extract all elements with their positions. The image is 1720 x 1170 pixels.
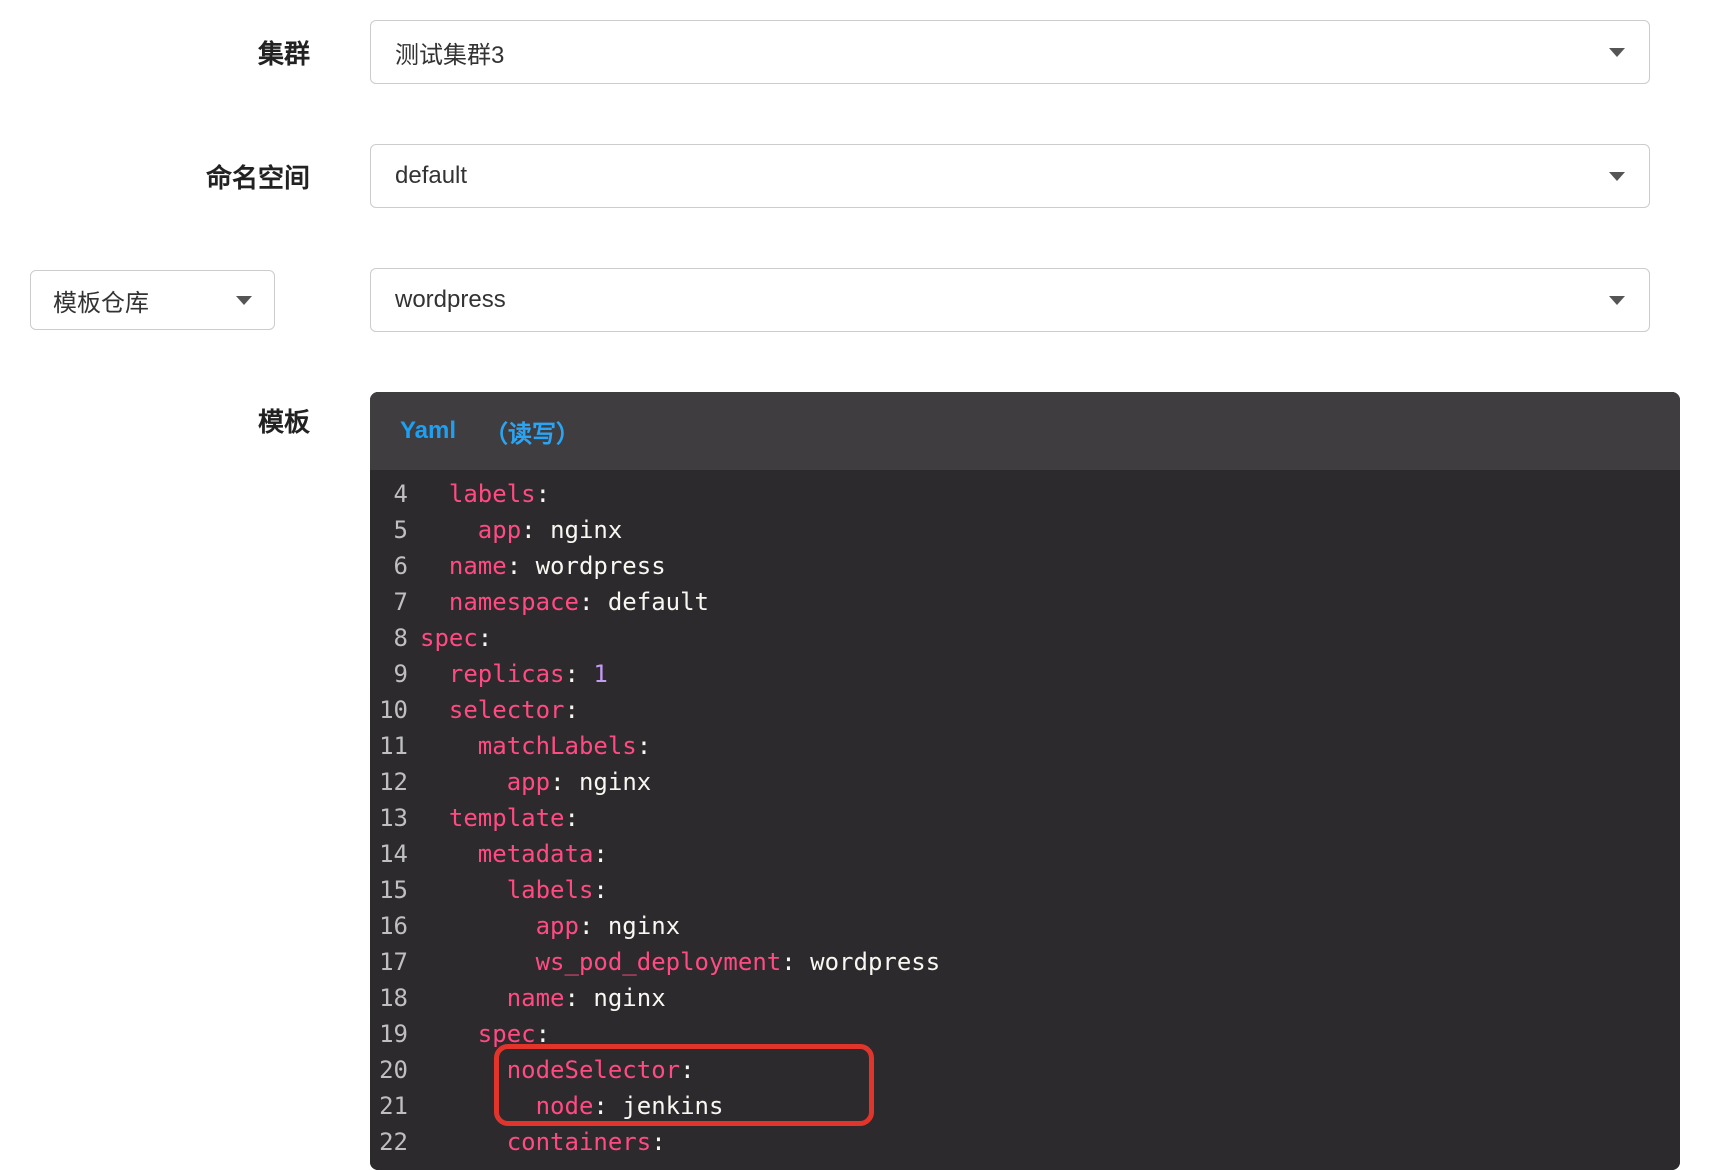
line-number: 11 — [370, 728, 420, 764]
code-content: labels: — [420, 476, 1680, 512]
template-editor-label: 模板 — [30, 392, 370, 439]
caret-down-icon — [1609, 172, 1625, 181]
code-content: nodeSelector: — [420, 1052, 1680, 1088]
namespace-select-value: default — [395, 162, 1609, 190]
line-number: 18 — [370, 980, 420, 1016]
line-number: 20 — [370, 1052, 420, 1088]
code-content: name: nginx — [420, 980, 1680, 1016]
code-content: namespace: default — [420, 584, 1680, 620]
line-number: 4 — [370, 476, 420, 512]
line-number: 13 — [370, 800, 420, 836]
code-content: name: wordpress — [420, 548, 1680, 584]
line-number: 7 — [370, 584, 420, 620]
code-line[interactable]: 8spec: — [370, 620, 1680, 656]
code-content: containers: — [420, 1124, 1680, 1160]
code-line[interactable]: 16 app: nginx — [370, 908, 1680, 944]
line-number: 8 — [370, 620, 420, 656]
code-line[interactable]: 5 app: nginx — [370, 512, 1680, 548]
code-content: spec: — [420, 620, 1680, 656]
cluster-select-value: 测试集群3 — [395, 35, 1609, 70]
line-number: 6 — [370, 548, 420, 584]
code-line[interactable]: 11 matchLabels: — [370, 728, 1680, 764]
line-number: 22 — [370, 1124, 420, 1160]
line-number: 12 — [370, 764, 420, 800]
code-content: metadata: — [420, 836, 1680, 872]
editor-mode-label: （读写） — [484, 414, 580, 449]
code-line[interactable]: 21 node: jenkins — [370, 1088, 1680, 1124]
code-line[interactable]: 15 labels: — [370, 872, 1680, 908]
code-line[interactable]: 13 template: — [370, 800, 1680, 836]
caret-down-icon — [1609, 48, 1625, 57]
code-line[interactable]: 19 spec: — [370, 1016, 1680, 1052]
line-number: 19 — [370, 1016, 420, 1052]
code-content: app: nginx — [420, 764, 1680, 800]
code-content: selector: — [420, 692, 1680, 728]
line-number: 10 — [370, 692, 420, 728]
code-content: spec: — [420, 1016, 1680, 1052]
template-name-select-value: wordpress — [395, 286, 1609, 314]
code-line[interactable]: 14 metadata: — [370, 836, 1680, 872]
line-number: 21 — [370, 1088, 420, 1124]
code-content: labels: — [420, 872, 1680, 908]
line-number: 9 — [370, 656, 420, 692]
template-repo-select-label: 模板仓库 — [53, 283, 149, 318]
code-line[interactable]: 9 replicas: 1 — [370, 656, 1680, 692]
code-line[interactable]: 4 labels: — [370, 476, 1680, 512]
namespace-select[interactable]: default — [370, 144, 1650, 208]
yaml-editor-header: Yaml （读写） — [370, 392, 1680, 470]
code-line[interactable]: 6 name: wordpress — [370, 548, 1680, 584]
code-line[interactable]: 10 selector: — [370, 692, 1680, 728]
code-line[interactable]: 20 nodeSelector: — [370, 1052, 1680, 1088]
template-repo-select[interactable]: 模板仓库 — [30, 270, 275, 330]
yaml-editor-body[interactable]: 4 labels:5 app: nginx6 name: wordpress7 … — [370, 470, 1680, 1170]
template-name-select[interactable]: wordpress — [370, 268, 1650, 332]
code-content: ws_pod_deployment: wordpress — [420, 944, 1680, 980]
line-number: 16 — [370, 908, 420, 944]
line-number: 14 — [370, 836, 420, 872]
code-line[interactable]: 22 containers: — [370, 1124, 1680, 1160]
namespace-label: 命名空间 — [30, 158, 370, 195]
line-number: 15 — [370, 872, 420, 908]
tab-yaml[interactable]: Yaml — [400, 417, 456, 445]
code-line[interactable]: 17 ws_pod_deployment: wordpress — [370, 944, 1680, 980]
caret-down-icon — [236, 296, 252, 305]
caret-down-icon — [1609, 296, 1625, 305]
code-content: app: nginx — [420, 908, 1680, 944]
cluster-label: 集群 — [30, 34, 370, 71]
code-line[interactable]: 18 name: nginx — [370, 980, 1680, 1016]
cluster-select[interactable]: 测试集群3 — [370, 20, 1650, 84]
line-number: 17 — [370, 944, 420, 980]
yaml-editor[interactable]: Yaml （读写） 4 labels:5 app: nginx6 name: w… — [370, 392, 1680, 1170]
code-content: template: — [420, 800, 1680, 836]
line-number: 5 — [370, 512, 420, 548]
code-content: app: nginx — [420, 512, 1680, 548]
code-content: replicas: 1 — [420, 656, 1680, 692]
code-content: matchLabels: — [420, 728, 1680, 764]
code-line[interactable]: 12 app: nginx — [370, 764, 1680, 800]
code-line[interactable]: 7 namespace: default — [370, 584, 1680, 620]
code-content: node: jenkins — [420, 1088, 1680, 1124]
